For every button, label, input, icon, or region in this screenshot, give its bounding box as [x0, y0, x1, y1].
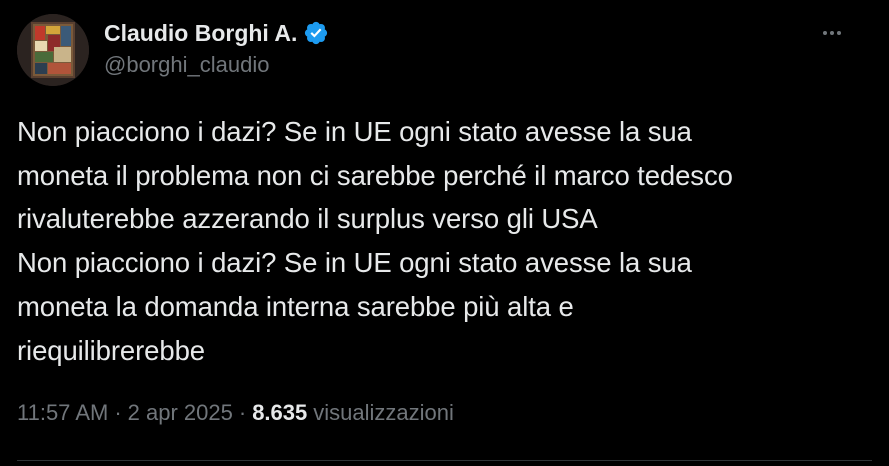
tweet-text-line: Non piacciono i dazi? Se in UE ogni stat… — [17, 116, 692, 147]
tweet-text-line: rivaluterebbe azzerando il surplus verso… — [17, 203, 598, 235]
author-handle[interactable]: @borghi_claudio — [104, 52, 269, 78]
tweet-text-line: Non piacciono i dazi? Se in UE ogni stat… — [17, 247, 692, 279]
views-count: 8.635 — [252, 400, 308, 425]
more-options-icon[interactable] — [815, 18, 849, 48]
meta-separator: · — [114, 400, 122, 425]
divider — [17, 460, 872, 461]
author-display-name[interactable]: Claudio Borghi A. — [104, 20, 297, 47]
tweet-text-line: moneta la domanda interna sarebbe più al… — [17, 290, 574, 322]
tweet-text-line: riequilibrerebbe — [17, 334, 205, 366]
meta-separator: · — [238, 400, 247, 425]
tweet-meta: 11:57 AM · 2 apr 2025 · 8.635 visualizza… — [17, 396, 454, 430]
author-name-row: Claudio Borghi A. — [104, 17, 329, 49]
tweet-time[interactable]: 11:57 AM — [17, 400, 108, 426]
tweet-date[interactable]: 2 apr 2025 — [128, 400, 233, 426]
views-label: visualizzazioni — [313, 400, 454, 425]
verified-badge-icon[interactable] — [303, 20, 329, 46]
avatar[interactable] — [17, 14, 89, 86]
avatar-painting-icon — [17, 14, 89, 86]
tweet-card: Claudio Borghi A. @borghi_claudio Non pi… — [0, 0, 889, 466]
tweet-text: Non piacciono i dazi? Se in UE ogni stat… — [17, 110, 877, 372]
tweet-text-line: moneta il problema non ci sarebbe perché… — [17, 159, 733, 191]
